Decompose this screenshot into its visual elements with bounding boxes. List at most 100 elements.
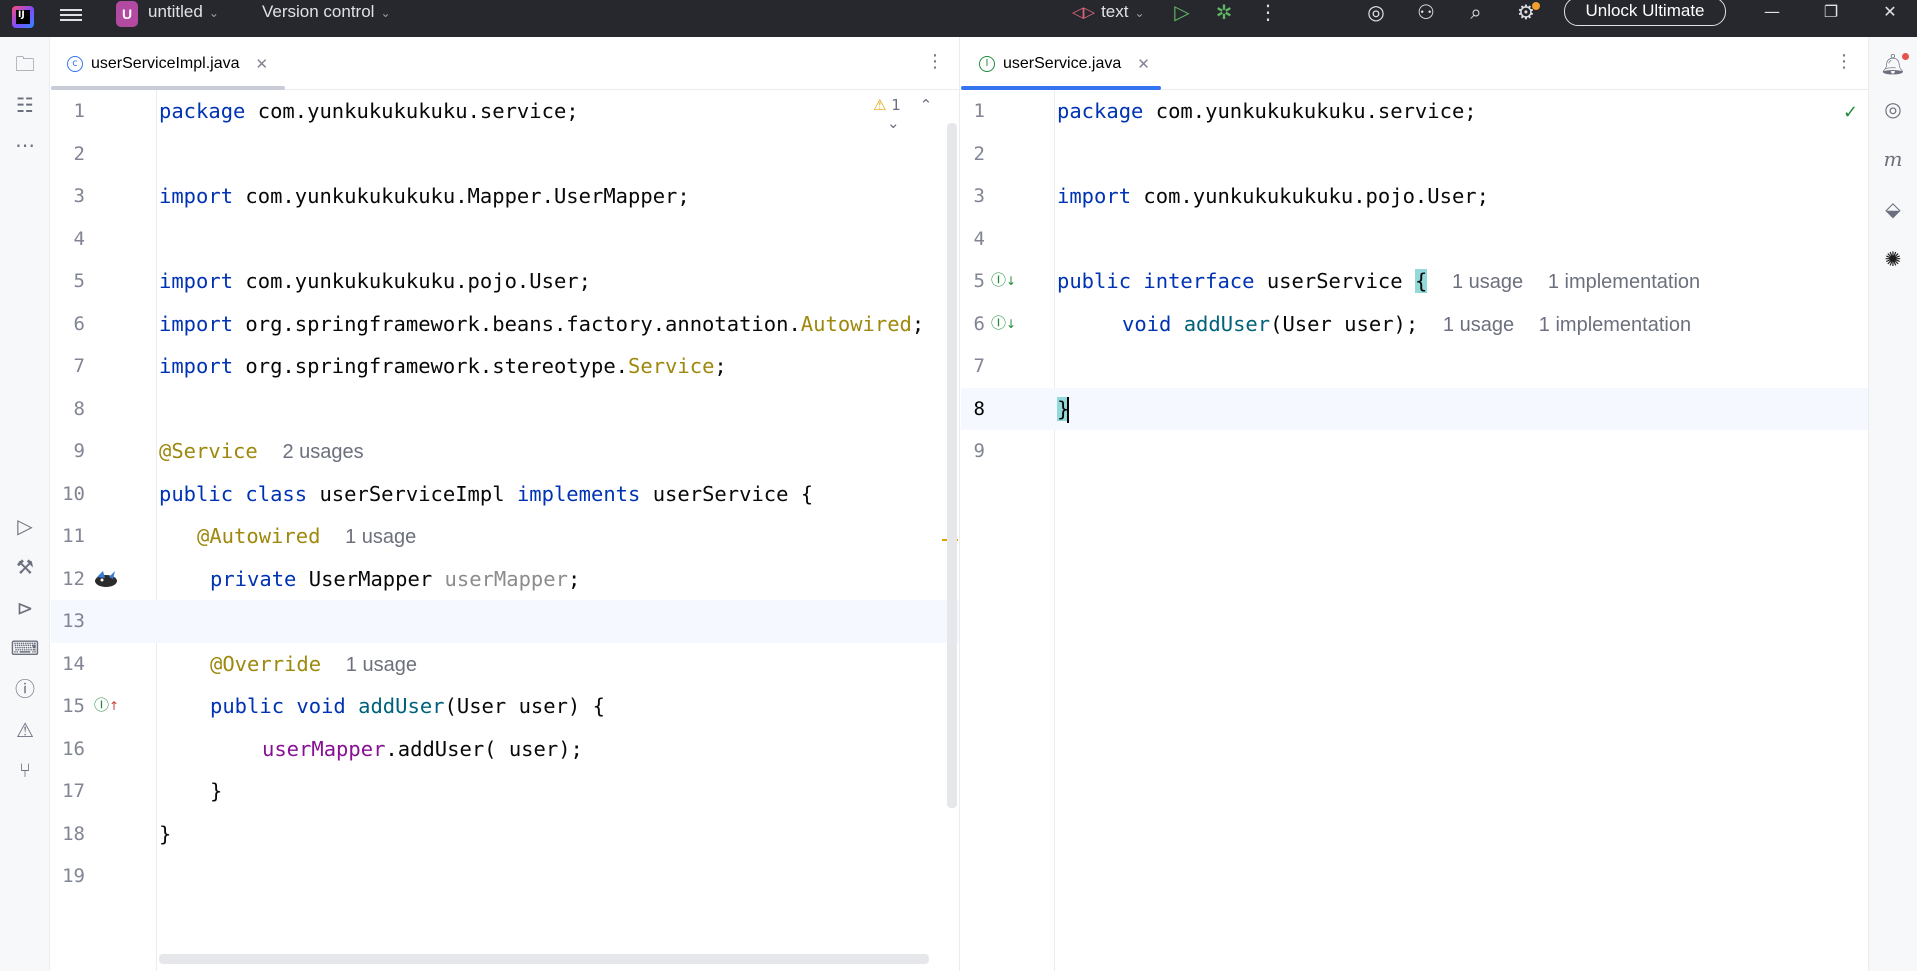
structure-icon[interactable]: ☷ [10, 90, 40, 120]
close-window-icon[interactable]: ✕ [1870, 0, 1910, 26]
warning-icon[interactable]: ⚠ [10, 715, 40, 745]
close-tab-icon[interactable]: ✕ [1137, 55, 1150, 73]
code-text: public void addUser(User user) { [210, 694, 605, 718]
line-number: 1 [973, 100, 985, 122]
line-number: 3 [973, 185, 985, 207]
code-text: } [159, 821, 172, 846]
run-icon[interactable]: ▷ [10, 511, 40, 541]
update-badge [1532, 2, 1540, 10]
code-line-current: 13 [51, 600, 959, 643]
line-number: 9 [73, 440, 85, 462]
plugins-icon[interactable]: ⬙ [1878, 194, 1908, 224]
right-code-editor[interactable]: ✓ 1 package com.yunkukukukuku.service; 2… [961, 90, 1868, 971]
code-line: 10 public class userServiceImpl implemen… [51, 473, 959, 516]
right-tab-bar: I userService.java ✕ ⋮ [961, 37, 1868, 90]
code-line: 18 } [51, 813, 959, 856]
vcs-label: Version control [262, 2, 375, 21]
title-bar: IJ U untitled ⌄ Version control ⌄ ◁▷ text ⌄ … [0, 0, 1917, 37]
code-line: 7 import org.springframework.stereotype.… [51, 345, 959, 388]
vertical-scrollbar[interactable] [947, 123, 957, 808]
more-icon[interactable]: ⋯ [10, 130, 40, 160]
code-text: import com.yunkukukukuku.pojo.User; [1057, 184, 1489, 208]
implementations-hint: 1 implementation [1547, 271, 1701, 293]
line-number: 18 [62, 822, 85, 845]
main-menu-icon[interactable] [60, 6, 82, 28]
services-icon[interactable]: ⊳ [10, 593, 40, 623]
project-badge[interactable]: U [116, 1, 138, 27]
code-line: 1 package com.yunkukukukuku.service; [961, 90, 1868, 133]
close-tab-icon[interactable]: ✕ [256, 55, 269, 73]
line-number: 7 [73, 355, 85, 377]
minimize-icon[interactable]: — [1752, 0, 1792, 26]
tab-label: userServiceImpl.java [91, 54, 240, 72]
code-line: 5 import com.yunkukukukuku.pojo.User; [51, 260, 959, 303]
line-number: 5 [973, 270, 985, 292]
text-caret [1067, 396, 1070, 423]
code-text: import org.springframework.stereotype.Se… [159, 354, 727, 378]
intellij-logo-icon[interactable]: IJ [12, 6, 34, 28]
ai-assistant-icon[interactable]: ◎ [1362, 0, 1390, 26]
line-number: 6 [973, 312, 985, 335]
code-text: @Override 1 usage [210, 651, 417, 676]
project-name: untitled [148, 2, 203, 21]
code-text: void addUser(User user); 1 usage 1 imple… [1122, 311, 1692, 336]
unlock-ultimate-button[interactable]: Unlock Ultimate [1564, 0, 1726, 26]
left-code-editor[interactable]: ⚠ 1 ⌃ ⌄ 1 package com.yunkukukukuku.serv… [51, 90, 959, 971]
run-icon[interactable]: ▷ [1168, 0, 1196, 26]
debug-icon[interactable]: ✲ [1210, 0, 1238, 26]
problems-icon[interactable]: ⓘ [10, 674, 40, 704]
mybatis-mapper-icon[interactable] [93, 569, 119, 589]
more-tabs-icon[interactable]: ⋮ [925, 51, 945, 75]
code-line: 14 @Override 1 usage [51, 643, 959, 686]
code-text: @Service 2 usages [159, 439, 364, 463]
build-icon[interactable]: ⚒ [10, 552, 40, 582]
code-line: 17 } [51, 770, 959, 813]
restore-icon[interactable]: ❐ [1811, 0, 1851, 26]
code-line: 1 package com.yunkukukukuku.service; [51, 90, 959, 133]
line-number: 11 [62, 525, 85, 547]
git-icon[interactable]: ⑂ [10, 755, 40, 785]
implemented-by-icon[interactable]: Ⓘ↓ [991, 268, 1016, 292]
implemented-by-icon[interactable]: Ⓘ↓ [991, 311, 1016, 335]
code-line: 12 private UserMapper userMapper; [51, 558, 959, 601]
more-tabs-icon[interactable]: ⋮ [1834, 51, 1854, 75]
tab-userserviceimpl[interactable]: c userServiceImpl.java ✕ [67, 37, 268, 90]
code-line: 4 [51, 218, 959, 261]
usages-hint: 1 usage [345, 653, 417, 676]
code-line: 2 [51, 133, 959, 176]
code-line: 4 [961, 218, 1868, 261]
tab-userservice[interactable]: I userService.java ✕ [979, 37, 1150, 90]
line-number: 2 [973, 142, 985, 165]
ai-assistant-icon[interactable]: ◎ [1878, 94, 1908, 124]
chevron-down-icon: ⌄ [1134, 6, 1145, 20]
run-config-label: text [1101, 2, 1129, 21]
project-selector[interactable]: untitled ⌄ [148, 2, 219, 22]
code-line: 3 import com.yunkukukukuku.Mapper.UserMa… [51, 175, 959, 218]
implementations-hint: 1 implementation [1538, 313, 1692, 336]
code-text: userMapper.addUser( user); [262, 736, 583, 761]
run-configuration-selector[interactable]: ◁▷ text ⌄ [1072, 2, 1145, 22]
code-text: import com.yunkukukukuku.Mapper.UserMapp… [159, 184, 690, 208]
code-line-current: 8 } [961, 387, 1868, 431]
maven-icon[interactable]: m [1878, 144, 1908, 174]
search-icon[interactable]: ⌕ [1462, 0, 1490, 26]
code-text: } [1057, 388, 1070, 431]
implements-method-icon[interactable]: Ⓘ↑ [94, 693, 119, 717]
run-config-icon: ◁▷ [1072, 4, 1096, 21]
line-number: 16 [62, 737, 85, 760]
code-line: 9 [961, 430, 1868, 473]
horizontal-scrollbar[interactable] [159, 954, 929, 964]
more-actions-icon[interactable]: ⋮ [1254, 0, 1282, 26]
spring-icon[interactable]: ✺ [1878, 244, 1908, 274]
line-number: 19 [62, 865, 85, 887]
line-number: 4 [973, 227, 985, 250]
terminal-icon[interactable]: ⌨ [10, 633, 40, 663]
matched-brace: { [1414, 269, 1428, 293]
code-with-me-icon[interactable]: ⚇ [1412, 0, 1440, 26]
code-text: import org.springframework.beans.factory… [159, 311, 925, 336]
folder-icon[interactable]: 🗀 [10, 49, 40, 79]
usages-hint: 1 usage [345, 526, 417, 548]
code-text: package com.yunkukukukuku.service; [1057, 99, 1477, 123]
version-control-menu[interactable]: Version control ⌄ [262, 2, 391, 22]
class-icon: c [67, 55, 83, 72]
